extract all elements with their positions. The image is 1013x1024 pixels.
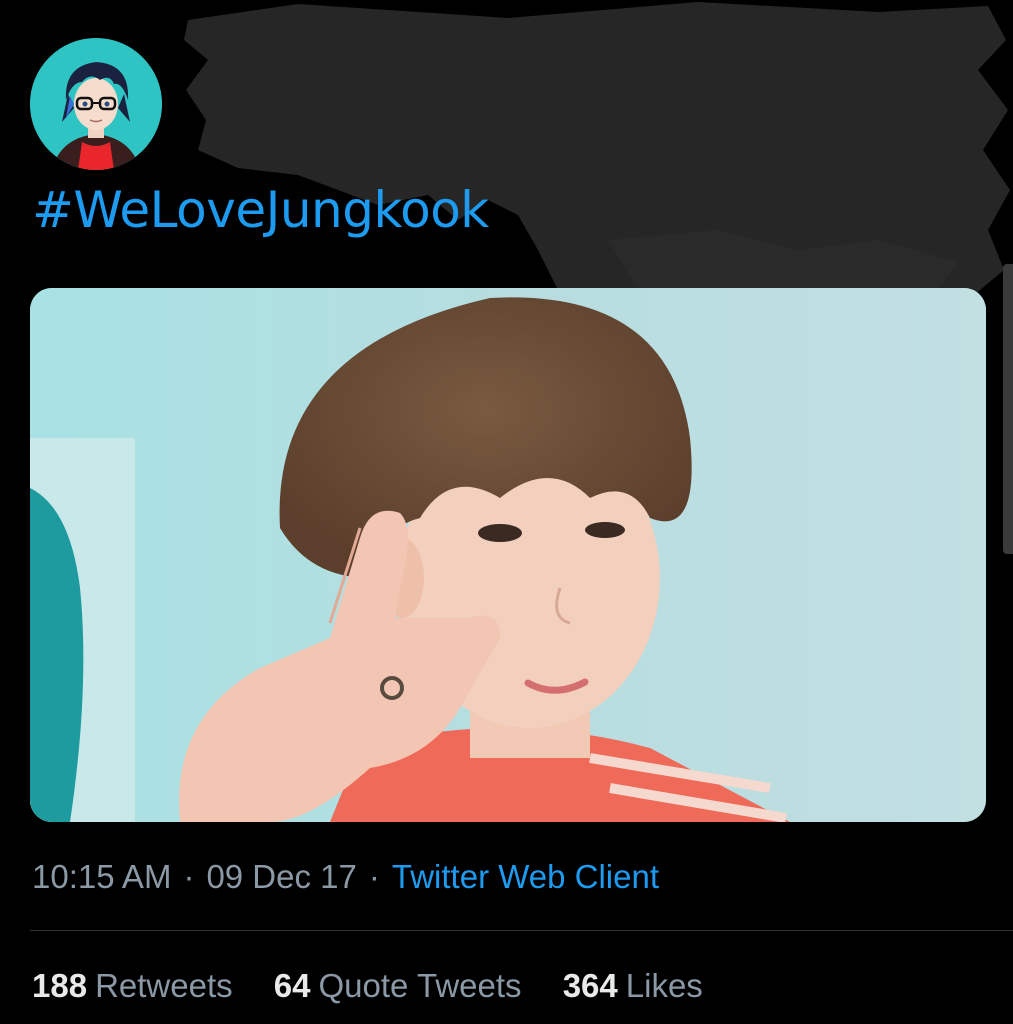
redaction-overlay <box>178 0 1013 300</box>
quote-tweets-label: Quote Tweets <box>318 967 522 1004</box>
tweet-stats: 188 Retweets 64 Quote Tweets 364 Likes <box>32 963 735 1009</box>
likes-stat[interactable]: 364 Likes <box>563 967 703 1004</box>
tweet-time[interactable]: 10:15 AM <box>32 858 171 895</box>
avatar-illustration <box>30 38 162 170</box>
tweet-date[interactable]: 09 Dec 17 <box>206 858 356 895</box>
tweet-source-link[interactable]: Twitter Web Client <box>392 858 659 895</box>
divider <box>30 930 1013 931</box>
likes-count: 364 <box>562 967 618 1004</box>
quote-tweets-stat[interactable]: 64 Quote Tweets <box>274 967 522 1004</box>
retweets-stat[interactable]: 188 Retweets <box>32 967 233 1004</box>
tweet-detail-view: #WeLoveJungkook 10:15 AM · 09 Dec 17 · T… <box>0 0 1013 1024</box>
tweet-hashtag-link[interactable]: #WeLoveJungkook <box>32 180 489 240</box>
scrollbar[interactable] <box>1003 264 1013 554</box>
meta-separator: · <box>368 858 380 895</box>
scribble-icon <box>184 2 1010 300</box>
likes-label: Likes <box>625 967 703 1004</box>
retweets-count: 188 <box>32 967 88 1004</box>
meta-separator: · <box>183 858 195 895</box>
tweet-meta: 10:15 AM · 09 Dec 17 · Twitter Web Client <box>32 855 659 899</box>
tweet-media-image[interactable] <box>30 288 986 822</box>
quote-tweets-count: 64 <box>273 967 311 1004</box>
retweets-label: Retweets <box>95 967 233 1004</box>
photo-illustration <box>30 288 986 822</box>
avatar[interactable] <box>30 38 162 170</box>
